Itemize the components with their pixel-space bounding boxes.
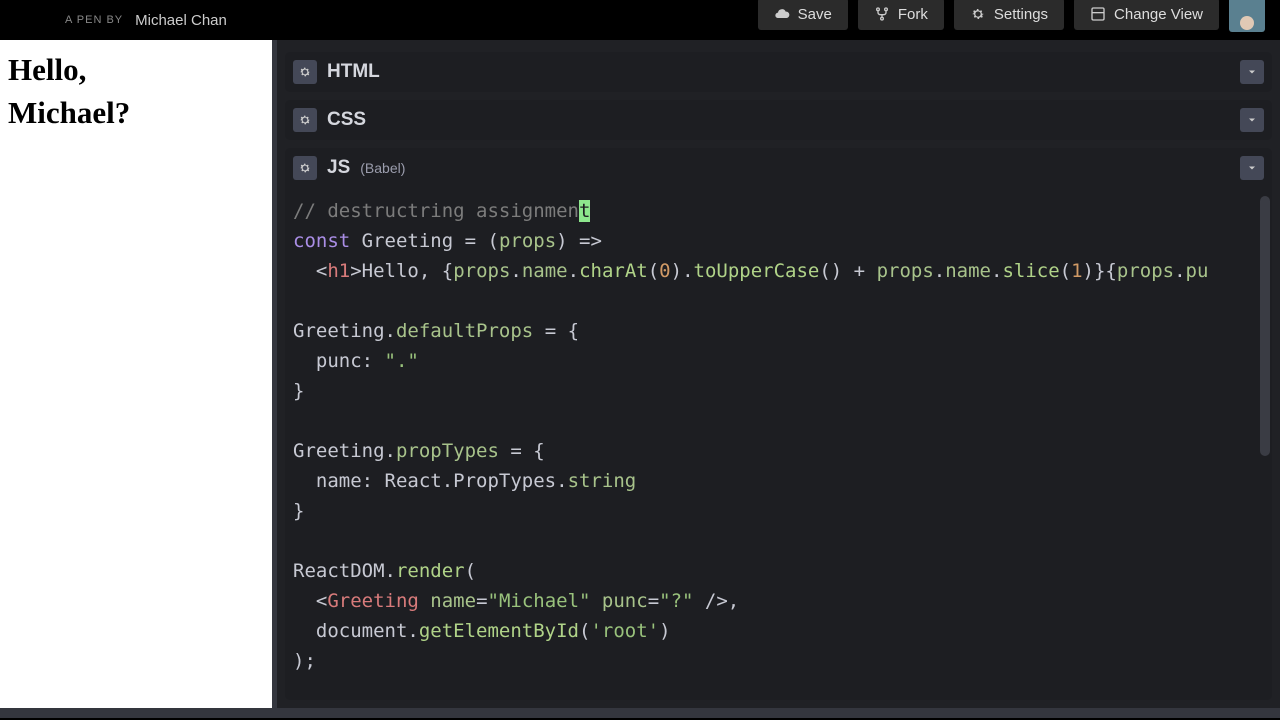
gear-icon: [298, 161, 312, 175]
chevron-down-icon: [1246, 114, 1258, 126]
js-settings-button[interactable]: [293, 156, 317, 180]
editors-column: HTML CSS JS (Babel) /: [277, 40, 1280, 708]
change-view-button[interactable]: Change View: [1074, 0, 1219, 30]
fork-icon: [874, 6, 890, 22]
layout-icon: [1090, 6, 1106, 22]
preview-line-1: Hello,: [8, 48, 264, 91]
gear-icon: [298, 113, 312, 127]
settings-button[interactable]: Settings: [954, 0, 1064, 30]
css-panel-header[interactable]: CSS: [285, 100, 1272, 140]
html-panel-title: HTML: [327, 61, 380, 83]
preview-pane: Hello, Michael?: [0, 40, 277, 708]
html-panel-header[interactable]: HTML: [285, 52, 1272, 92]
gear-icon: [970, 6, 986, 22]
js-panel-subtitle: (Babel): [360, 160, 405, 176]
css-settings-button[interactable]: [293, 108, 317, 132]
css-collapse-button[interactable]: [1240, 108, 1264, 132]
js-panel-header[interactable]: JS (Babel): [285, 148, 1272, 188]
pen-by-label: A PEN BY: [65, 14, 123, 26]
pen-author[interactable]: Michael Chan: [135, 12, 227, 29]
html-collapse-button[interactable]: [1240, 60, 1264, 84]
css-panel-title: CSS: [327, 109, 366, 131]
fork-button[interactable]: Fork: [858, 0, 944, 30]
chevron-down-icon: [1246, 162, 1258, 174]
js-code-editor[interactable]: // destructring assignment const Greetin…: [285, 188, 1272, 700]
avatar[interactable]: [1229, 0, 1265, 32]
scrollbar-vertical[interactable]: [1260, 196, 1270, 456]
top-header: A PEN BY Michael Chan Save Fork Settings…: [0, 0, 1280, 40]
chevron-down-icon: [1246, 66, 1258, 78]
cloud-icon: [774, 6, 790, 22]
gear-icon: [298, 65, 312, 79]
main-area: Hello, Michael? HTML CSS JS: [0, 40, 1280, 708]
js-collapse-button[interactable]: [1240, 156, 1264, 180]
preview-line-2: Michael?: [8, 91, 264, 134]
save-button[interactable]: Save: [758, 0, 848, 30]
html-settings-button[interactable]: [293, 60, 317, 84]
js-panel-title: JS: [327, 157, 350, 179]
footer-bar: [0, 708, 1280, 718]
